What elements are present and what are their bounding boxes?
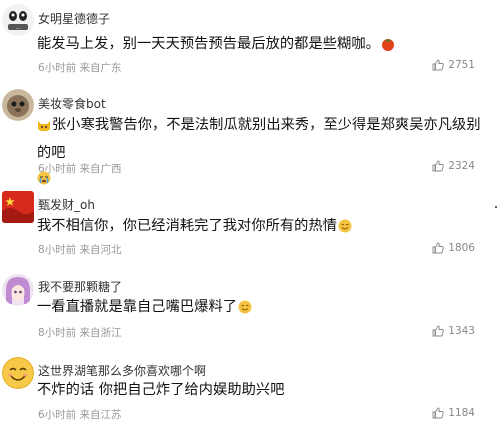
comment-location: 来自河北 <box>79 244 122 256</box>
comment-time: 8小时前 <box>38 244 77 256</box>
username[interactable]: 甄发财_oh <box>38 196 95 213</box>
smile-emoji <box>338 217 352 242</box>
like-button[interactable]: 1806 <box>432 242 475 254</box>
thumbs-up-icon <box>432 407 444 419</box>
avatar[interactable] <box>2 274 34 306</box>
comment-text-body: 我不相信你，你已经消耗完了我对你所有的热情 <box>37 218 338 234</box>
like-button[interactable]: 1343 <box>432 325 475 337</box>
comment-location: 来自江苏 <box>79 409 122 421</box>
username[interactable]: 这世界湖笔那么多你喜欢哪个啊 <box>38 362 206 379</box>
avatar[interactable] <box>2 357 34 389</box>
comment-meta: 6小时前 来自广东 <box>38 60 122 75</box>
comment-meta: 6小时前 来自广西 <box>38 161 122 176</box>
like-count: 2751 <box>448 59 475 71</box>
thumbs-up-icon <box>432 59 444 71</box>
comment-item: 我不要那颗糖了 一看直播就是靠自己嘴巴爆料了 8小时前 来自浙江 1343 <box>0 268 499 348</box>
like-button[interactable]: 2324 <box>432 160 475 172</box>
like-button[interactable]: 2751 <box>432 59 475 71</box>
smile-emoji <box>238 298 252 323</box>
comment-item: 美妆零食bot 张小寒我警告你，不是法制瓜就别出来秀，至少得是郑爽吴亦凡级别的吧… <box>0 85 499 185</box>
like-count: 1343 <box>448 325 475 337</box>
comment-item: ... 女明星德德子 能发马上发，别一天天预告预告最后放的都是些糊咖。 6小时前… <box>0 0 499 80</box>
username[interactable]: 我不要那颗糖了 <box>38 278 122 295</box>
comment-item: 甄发财_oh 我不相信你，你已经消耗完了我对你所有的热情 8小时前 来自河北 1… <box>0 185 499 265</box>
scroll-indicator <box>495 206 497 208</box>
comment-text: 张小寒我警告你，不是法制瓜就别出来秀，至少得是郑爽吴亦凡级别的吧 <box>37 113 487 194</box>
comment-text-body: 能发马上发，别一天天预告预告最后放的都是些糊咖。 <box>37 36 380 52</box>
like-count: 1806 <box>448 242 475 254</box>
comment-text: 我不相信你，你已经消耗完了我对你所有的热情 <box>37 214 487 242</box>
comment-time: 6小时前 <box>38 62 77 74</box>
comment-item: 这世界湖笔那么多你喜欢哪个啊 不炸的话 你把自己炸了给内娱助助兴吧 6小时前 来… <box>0 352 499 426</box>
comment-text: 一看直播就是靠自己嘴巴爆料了 <box>37 295 487 323</box>
like-button[interactable]: 1184 <box>432 407 475 419</box>
comment-location: 来自浙江 <box>79 327 122 339</box>
tomato-emoji <box>381 35 395 60</box>
thumbs-up-icon <box>432 325 444 337</box>
svg-text:...: ... <box>16 25 21 31</box>
thumbs-up-icon <box>432 242 444 254</box>
comment-location: 来自广东 <box>79 62 122 74</box>
comment-location: 来自广西 <box>79 163 122 175</box>
comment-time: 6小时前 <box>38 409 77 421</box>
comment-text: 不炸的话 你把自己炸了给内娱助助兴吧 <box>37 378 487 403</box>
comment-meta: 8小时前 来自浙江 <box>38 325 122 340</box>
username[interactable]: 女明星德德子 <box>38 10 110 27</box>
comment-time: 6小时前 <box>38 163 77 175</box>
avatar[interactable]: ... <box>2 4 34 36</box>
comment-meta: 8小时前 来自河北 <box>38 242 122 257</box>
avatar[interactable] <box>2 89 34 121</box>
comment-text-body: 张小寒我警告你，不是法制瓜就别出来秀，至少得是郑爽吴亦凡级别的吧 <box>37 117 481 161</box>
comment-meta: 6小时前 来自江苏 <box>38 407 122 422</box>
comment-text: 能发马上发，别一天天预告预告最后放的都是些糊咖。 <box>37 32 487 60</box>
cat-emoji <box>37 116 51 141</box>
comment-time: 8小时前 <box>38 327 77 339</box>
username[interactable]: 美妆零食bot <box>38 95 106 112</box>
thumbs-up-icon <box>432 160 444 172</box>
like-count: 1184 <box>448 407 475 419</box>
avatar[interactable] <box>2 191 34 223</box>
comment-text-body: 一看直播就是靠自己嘴巴爆料了 <box>37 299 238 315</box>
like-count: 2324 <box>448 160 475 172</box>
comment-text-body: 不炸的话 你把自己炸了给内娱助助兴吧 <box>37 382 285 398</box>
